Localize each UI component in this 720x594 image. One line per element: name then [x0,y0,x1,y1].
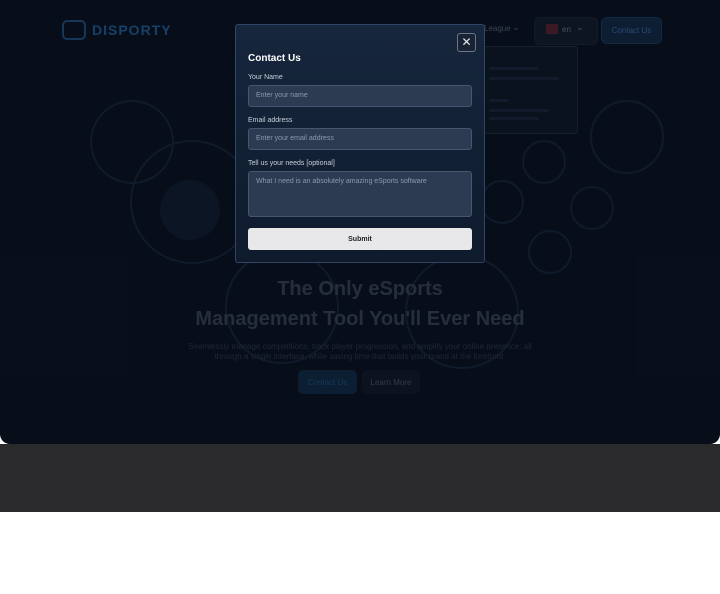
needs-label: Tell us your needs [optional] [248,160,335,167]
name-input[interactable]: Enter your name [248,85,472,107]
needs-textarea[interactable]: What I need is an absolutely amazing eSp… [248,171,472,217]
page-band [0,444,720,512]
modal-title: Contact Us [248,53,301,64]
name-label: Your Name [248,74,283,81]
close-icon: ✕ [461,35,472,49]
close-button[interactable]: ✕ [457,33,476,52]
submit-button[interactable]: Submit [248,228,472,250]
email-label: Email address [248,117,293,124]
page: DISPORTY League ⌄ en ⌄ Contact Us The On… [0,0,720,594]
page-blank-area [0,512,720,594]
email-input[interactable]: Enter your email address [248,128,472,150]
contact-modal: ✕ Contact Us Your Name Enter your name E… [235,24,485,263]
